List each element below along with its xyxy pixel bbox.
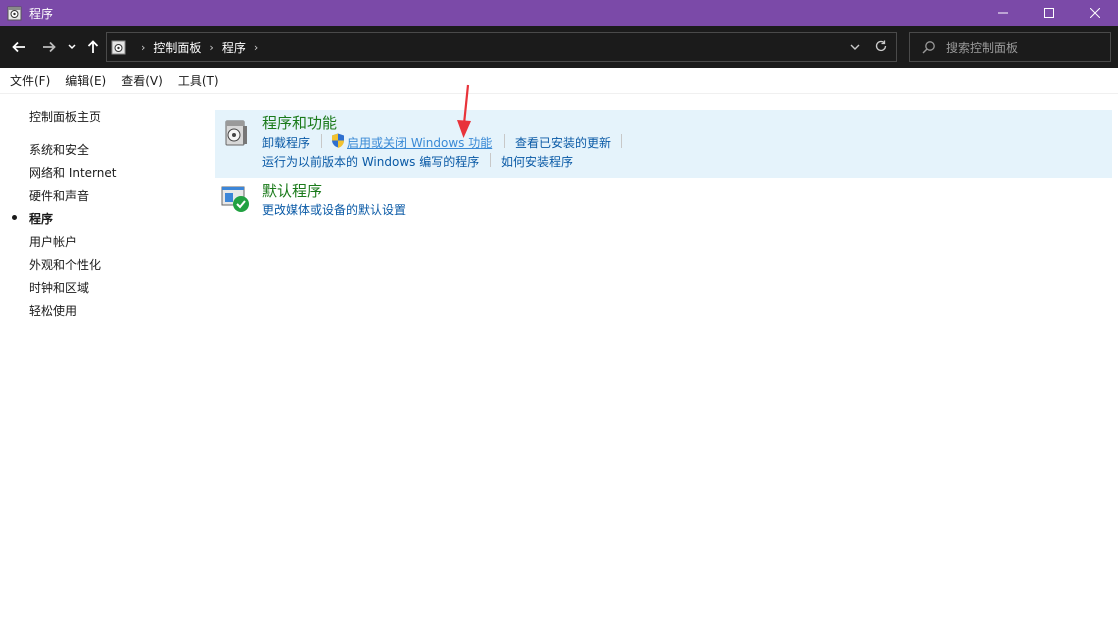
address-bar[interactable]: › 控制面板 › 程序 ›: [106, 32, 897, 62]
recent-locations-button[interactable]: [66, 32, 78, 62]
search-icon: [922, 41, 935, 54]
navigation-bar: › 控制面板 › 程序 › 搜索控制面板: [0, 26, 1118, 68]
sidebar-item-user-accounts[interactable]: 用户帐户: [29, 233, 77, 250]
programs-features-icon: [225, 120, 247, 146]
sidebar-item-hardware-sound[interactable]: 硬件和声音: [29, 187, 89, 204]
link-separator: [490, 153, 491, 167]
forward-button[interactable]: [40, 32, 58, 62]
close-button[interactable]: [1072, 0, 1118, 26]
search-placeholder: 搜索控制面板: [946, 40, 1019, 55]
minimize-icon: [998, 12, 1008, 14]
control-panel-icon: [111, 40, 126, 55]
section-programs-features: 程序和功能 卸载程序 启用或关闭 Windows 功能 查看已安装的更新 运行为…: [215, 110, 1112, 178]
breadcrumb-control-panel[interactable]: 控制面板: [153, 39, 201, 56]
sidebar-item-clock-region[interactable]: 时钟和区域: [29, 279, 89, 296]
default-programs-icon: [221, 186, 249, 212]
menu-bar: 文件(F) 编辑(E) 查看(V) 工具(T): [0, 68, 1118, 94]
link-separator: [621, 134, 622, 148]
address-dropdown-button[interactable]: [850, 40, 860, 54]
sidebar-item-network-internet[interactable]: 网络和 Internet: [29, 164, 116, 181]
back-arrow-icon: [12, 41, 25, 53]
maximize-button[interactable]: [1026, 0, 1072, 26]
chevron-down-icon: [850, 44, 860, 50]
breadcrumb-chevron-icon[interactable]: ›: [254, 41, 258, 54]
uac-shield-icon: [332, 133, 344, 148]
sidebar-item-control-panel-home[interactable]: 控制面板主页: [29, 108, 101, 125]
refresh-button[interactable]: [874, 39, 888, 56]
up-button[interactable]: [84, 32, 102, 62]
back-button[interactable]: [10, 32, 28, 62]
menu-file[interactable]: 文件(F): [10, 72, 50, 89]
window-title: 程序: [29, 6, 54, 21]
breadcrumb-chevron-icon: ›: [141, 40, 146, 54]
close-icon: [1090, 8, 1100, 18]
menu-edit[interactable]: 编辑(E): [65, 72, 106, 89]
search-box[interactable]: 搜索控制面板: [909, 32, 1111, 62]
forward-arrow-icon: [43, 41, 56, 53]
sidebar-item-system-security[interactable]: 系统和安全: [29, 141, 89, 158]
refresh-icon: [875, 40, 887, 52]
default-programs-title[interactable]: 默认程序: [262, 180, 322, 201]
sidebar-item-ease-of-access[interactable]: 轻松使用: [29, 302, 77, 319]
minimize-button[interactable]: [980, 0, 1026, 26]
title-bar: 程序: [0, 0, 1118, 26]
view-installed-updates-link[interactable]: 查看已安装的更新: [515, 134, 611, 151]
maximize-icon: [1044, 8, 1054, 18]
sidebar-item-programs[interactable]: 程序: [29, 210, 53, 227]
sidebar-item-appearance[interactable]: 外观和个性化: [29, 256, 101, 273]
run-older-programs-link[interactable]: 运行为以前版本的 Windows 编写的程序: [262, 153, 479, 170]
link-separator: [504, 134, 505, 148]
annotation-arrow-icon: [457, 84, 471, 138]
current-page-bullet: [12, 215, 17, 220]
change-media-defaults-link[interactable]: 更改媒体或设备的默认设置: [262, 201, 406, 218]
section-default-programs: 默认程序 更改媒体或设备的默认设置: [215, 178, 1112, 226]
menu-tools[interactable]: 工具(T): [178, 72, 219, 89]
how-to-install-link[interactable]: 如何安装程序: [501, 153, 573, 170]
sidebar: 控制面板主页 系统和安全 网络和 Internet 硬件和声音 程序 用户帐户 …: [0, 94, 210, 629]
control-panel-app-icon: [7, 6, 22, 21]
uninstall-program-link[interactable]: 卸载程序: [262, 134, 310, 151]
up-arrow-icon: [87, 40, 99, 53]
link-separator: [321, 134, 322, 148]
chevron-down-icon: [68, 44, 76, 50]
menu-view[interactable]: 查看(V): [121, 72, 163, 89]
breadcrumb-programs[interactable]: 程序: [222, 39, 246, 56]
breadcrumb-chevron-icon: ›: [209, 40, 214, 54]
programs-features-title[interactable]: 程序和功能: [262, 112, 337, 133]
